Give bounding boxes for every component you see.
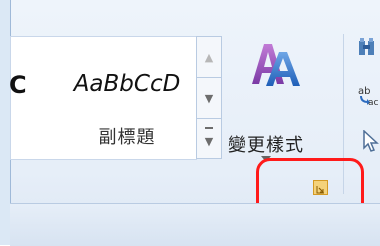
style-item-partial[interactable]: C bbox=[9, 37, 56, 159]
more-bar-icon bbox=[205, 127, 213, 129]
triangle-down-icon: ▼ bbox=[204, 135, 214, 148]
dialog-launcher-icon bbox=[316, 186, 324, 194]
gallery-scroll-controls: ▲ ▼ ▼ bbox=[196, 36, 222, 159]
change-styles-button[interactable]: 變更樣式 bbox=[228, 36, 304, 164]
change-styles-label: 變更樣式 bbox=[228, 135, 304, 156]
change-styles-aa-icon bbox=[252, 44, 300, 86]
styles-dialog-launcher-button[interactable] bbox=[313, 180, 328, 195]
quick-styles-gallery: C AaBbCcD 副標題 bbox=[9, 36, 197, 160]
style-item-subtitle[interactable]: AaBbCcD 副標題 bbox=[59, 37, 195, 159]
style-preview: C bbox=[9, 71, 27, 99]
find-icon[interactable] bbox=[357, 38, 380, 60]
ribbon-group-label-bar bbox=[10, 203, 380, 246]
gallery-scroll-down-button[interactable]: ▼ bbox=[196, 77, 222, 119]
svg-text:ab: ab bbox=[358, 86, 370, 97]
gallery-scroll-up-button[interactable]: ▲ bbox=[196, 36, 222, 78]
ribbon-styles-group: C AaBbCcD 副標題 ▲ ▼ ▼ 變更樣式 ab ac bbox=[0, 0, 380, 246]
replace-icon[interactable]: ab ac bbox=[358, 84, 380, 106]
gallery-more-button[interactable]: ▼ bbox=[196, 118, 222, 159]
style-preview: AaBbCcD bbox=[73, 71, 181, 97]
triangle-up-icon: ▲ bbox=[204, 50, 214, 64]
triangle-down-icon: ▼ bbox=[204, 91, 214, 105]
style-name: 副標題 bbox=[98, 127, 156, 148]
select-cursor-icon[interactable] bbox=[362, 130, 380, 152]
svg-text:ac: ac bbox=[368, 98, 379, 106]
